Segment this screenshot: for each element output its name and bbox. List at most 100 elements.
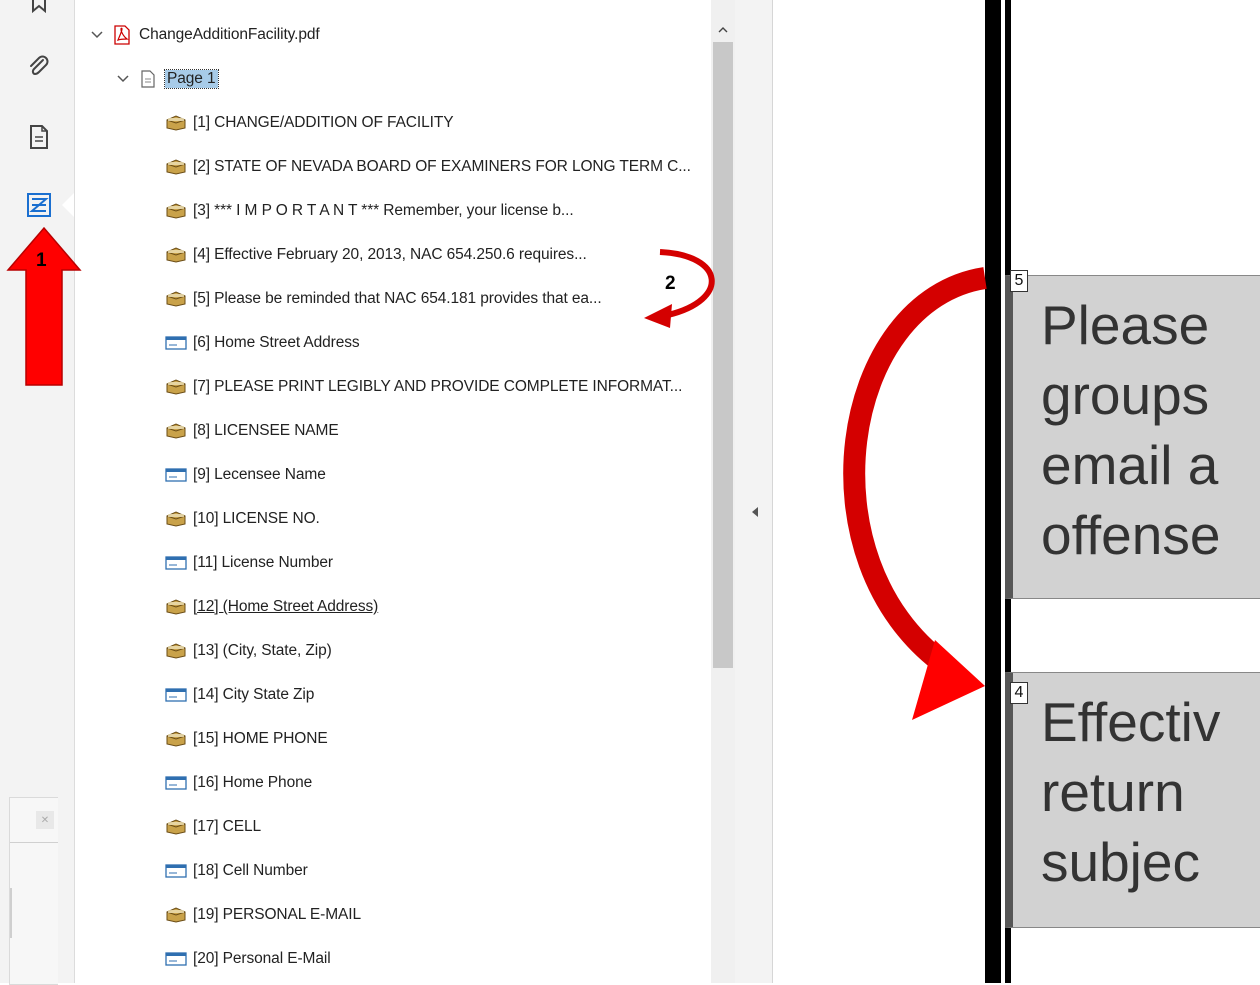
tag-5-line: groups	[1041, 364, 1210, 426]
form-field-icon	[165, 335, 187, 351]
tree-item-label: [19] PERSONAL E-MAIL	[193, 906, 361, 923]
annotation-label-1: 1	[36, 250, 47, 271]
tree-item-label: [1] CHANGE/ADDITION OF FACILITY	[193, 114, 454, 131]
form-field-icon	[165, 555, 187, 571]
form-field-icon	[165, 775, 187, 791]
tree-item[interactable]: [7] PLEASE PRINT LEGIBLY AND PROVIDE COM…	[165, 376, 682, 398]
tree-item[interactable]: [13] (City, State, Zip)	[165, 640, 332, 662]
tag-box-icon	[165, 423, 187, 439]
bookmark-icon[interactable]	[22, 0, 56, 20]
tag-number-badge: 5	[1010, 270, 1028, 292]
chevron-down-icon[interactable]	[89, 27, 105, 43]
tag-5-line: Please	[1041, 294, 1210, 356]
tag-box-icon	[165, 159, 187, 175]
tree-item[interactable]: [9] Lecensee Name	[165, 464, 326, 486]
tree-item-label: [15] HOME PHONE	[193, 730, 328, 747]
tag-4-line: Effectiv	[1041, 691, 1221, 753]
tag-5-text: Please groups email a offense	[1041, 290, 1220, 570]
scroll-up-icon[interactable]	[715, 22, 731, 38]
page-edge-bar	[985, 0, 1001, 983]
tree-item-label: [5] Please be reminded that NAC 654.181 …	[193, 290, 602, 307]
annotation-label-2: 2	[665, 273, 676, 294]
tag-box-icon	[165, 511, 187, 527]
tag-5-line: offense	[1041, 504, 1221, 566]
file-name-label: ChangeAdditionFacility.pdf	[139, 26, 320, 43]
tag-box-icon	[165, 907, 187, 923]
tag-box-icon	[165, 203, 187, 219]
chevron-down-icon[interactable]	[115, 71, 131, 87]
tree-item-label: [4] Effective February 20, 2013, NAC 654…	[193, 246, 587, 263]
tree-item[interactable]: [20] Personal E-Mail	[165, 948, 331, 970]
panel-splitter[interactable]	[735, 0, 773, 983]
tree-item-label: [12] (Home Street Address)	[193, 598, 379, 615]
tree-item-label: [17] CELL	[193, 818, 262, 835]
tree-item[interactable]: [10] LICENSE NO.	[165, 508, 320, 530]
tree-item-label: [3] *** I M P O R T A N T *** Remember, …	[193, 202, 574, 219]
tree-scrollbar[interactable]	[711, 0, 735, 983]
tree-item[interactable]: [4] Effective February 20, 2013, NAC 654…	[165, 244, 587, 266]
tag-region-4[interactable]: Effectiv return subjec	[1005, 672, 1260, 928]
dialog-field-edge	[10, 888, 12, 938]
tree-item[interactable]: [18] Cell Number	[165, 860, 308, 882]
document-view: Please groups email a offense Effectiv r…	[773, 0, 1260, 983]
close-icon[interactable]: ✕	[36, 811, 54, 829]
tag-4-line: return	[1041, 761, 1185, 823]
page-thumbnails-icon[interactable]	[22, 120, 56, 154]
tree-item[interactable]: [5] Please be reminded that NAC 654.181 …	[165, 288, 602, 310]
page-icon	[137, 70, 159, 88]
attachment-icon[interactable]	[22, 50, 56, 84]
order-panel-icon[interactable]	[22, 188, 56, 222]
tree-item-label: [10] LICENSE NO.	[193, 510, 320, 527]
tree-item-label: [7] PLEASE PRINT LEGIBLY AND PROVIDE COM…	[193, 378, 683, 395]
form-field-icon	[165, 467, 187, 483]
tree-item-label: [16] Home Phone	[193, 774, 313, 791]
tree-item[interactable]: [11] License Number	[165, 552, 333, 574]
form-field-icon	[165, 863, 187, 879]
tag-box-icon	[165, 643, 187, 659]
floating-dialog: ✕	[9, 797, 58, 985]
active-tab-notch	[62, 193, 74, 217]
tag-box-icon	[165, 115, 187, 131]
tree-item[interactable]: [8] LICENSEE NAME	[165, 420, 339, 442]
form-field-icon	[165, 951, 187, 967]
tree-item-label: [2] STATE OF NEVADA BOARD OF EXAMINERS F…	[193, 158, 691, 175]
tag-5-line: email a	[1041, 434, 1219, 496]
tree-item[interactable]: [2] STATE OF NEVADA BOARD OF EXAMINERS F…	[165, 156, 691, 178]
tree-item[interactable]: [17] CELL	[165, 816, 261, 838]
tag-box-icon	[165, 291, 187, 307]
tag-box-icon	[165, 247, 187, 263]
tree-page-node[interactable]: Page 1	[115, 68, 219, 90]
tag-region-5[interactable]: Please groups email a offense	[1005, 275, 1260, 599]
tree-item[interactable]: [1] CHANGE/ADDITION OF FACILITY	[165, 112, 454, 134]
pdf-icon	[111, 25, 133, 45]
tree-item[interactable]: [12] (Home Street Address)	[165, 596, 378, 618]
tag-number-badge: 4	[1010, 682, 1028, 704]
tag-box-icon	[165, 599, 187, 615]
tag-4-line: subjec	[1041, 831, 1200, 893]
order-tree-panel: ChangeAdditionFacility.pdf Page 1 [1] CH…	[75, 0, 711, 983]
dialog-divider	[10, 842, 58, 843]
scroll-thumb[interactable]	[713, 42, 733, 668]
tree-item-label: [20] Personal E-Mail	[193, 950, 331, 967]
tree-item-label: [13] (City, State, Zip)	[193, 642, 332, 659]
tag-box-icon	[165, 379, 187, 395]
tag-box-icon	[165, 819, 187, 835]
tag-box-icon	[165, 731, 187, 747]
tree-item[interactable]: [16] Home Phone	[165, 772, 312, 794]
tree-item-label: [11] License Number	[193, 554, 333, 571]
tree-item-label: [9] Lecensee Name	[193, 466, 326, 483]
tree-item[interactable]: [6] Home Street Address	[165, 332, 360, 354]
tree-item[interactable]: [14] City State Zip	[165, 684, 314, 706]
tree-item[interactable]: [3] *** I M P O R T A N T *** Remember, …	[165, 200, 574, 222]
tag-4-text: Effectiv return subjec	[1041, 687, 1220, 897]
tree-item[interactable]: [19] PERSONAL E-MAIL	[165, 904, 361, 926]
form-field-icon	[165, 687, 187, 703]
tree-item[interactable]: [15] HOME PHONE	[165, 728, 328, 750]
tree-item-label: [6] Home Street Address	[193, 334, 360, 351]
page-label: Page 1	[164, 69, 219, 89]
tree-item-label: [14] City State Zip	[193, 686, 315, 703]
collapse-panel-icon[interactable]	[752, 507, 758, 517]
tree-file-node[interactable]: ChangeAdditionFacility.pdf	[89, 24, 320, 46]
tree-item-label: [18] Cell Number	[193, 862, 308, 879]
tree-item-label: [8] LICENSEE NAME	[193, 422, 339, 439]
